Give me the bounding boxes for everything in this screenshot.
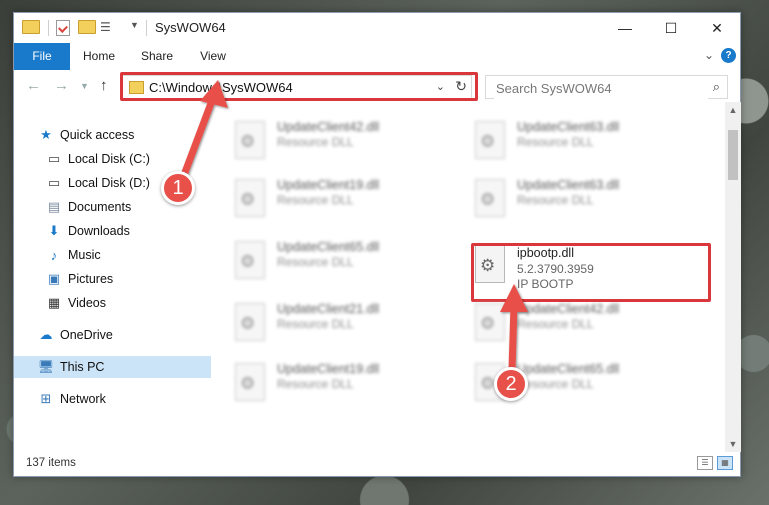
annotation-badge-1: 1: [161, 171, 195, 205]
arrow-2: [500, 284, 528, 374]
annotation-badge-2: 2: [494, 367, 528, 401]
arrow-1: [180, 80, 228, 179]
annotation-arrows: [180, 80, 528, 374]
